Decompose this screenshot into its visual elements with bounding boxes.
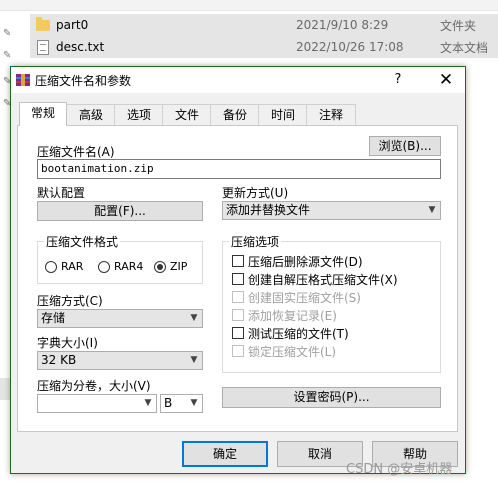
set-password-button[interactable]: 设置密码(P)...: [222, 387, 441, 408]
format-zip-label: ZIP: [170, 260, 188, 273]
ok-button[interactable]: 确定: [182, 441, 268, 467]
folder-icon: [36, 17, 50, 31]
option-label: 锁定压缩文件(L): [248, 345, 337, 359]
tab-comment[interactable]: 注释: [306, 104, 356, 125]
update-mode-select[interactable]: 添加并替换文件 ▼: [222, 201, 441, 220]
default-profile-label: 默认配置: [37, 186, 86, 200]
compress-dialog: 压缩文件名和参数 ? ✕ 常规 高级 选项 文件 备份 时间 注释 压缩文件名(…: [10, 66, 466, 474]
archive-name-label: 压缩文件名(A): [37, 145, 115, 159]
tab-time[interactable]: 时间: [258, 104, 308, 125]
format-rar4-radio[interactable]: [98, 261, 110, 273]
tab-advanced[interactable]: 高级: [66, 104, 116, 125]
method-select[interactable]: 存储 ▼: [37, 309, 203, 328]
file-name: desc.txt: [56, 40, 105, 54]
update-mode-label: 更新方式(U): [222, 186, 289, 200]
explorer-header: [0, 0, 498, 11]
chevron-down-icon: ▼: [190, 313, 198, 323]
test-files-checkbox[interactable]: [232, 327, 244, 339]
tab-files[interactable]: 文件: [162, 104, 212, 125]
text-file-icon: [37, 40, 49, 55]
title-bar: 压缩文件名和参数 ? ✕: [11, 67, 465, 93]
profile-button[interactable]: 配置(F)...: [37, 201, 203, 221]
chevron-down-icon: ▼: [190, 355, 198, 365]
format-rar-label: RAR: [61, 260, 84, 273]
options-group-title: 压缩选项: [229, 233, 282, 250]
file-row-desc[interactable]: desc.txt 2022/10/26 17:08 文本文档: [30, 36, 498, 58]
delete-after-checkbox[interactable]: [232, 255, 244, 267]
split-unit-select[interactable]: B ▼: [160, 394, 203, 413]
tab-backup[interactable]: 备份: [210, 104, 260, 125]
archive-name-input[interactable]: bootanimation.zip: [37, 159, 441, 179]
file-date: 2022/10/26 17:08: [296, 40, 404, 54]
file-type: 文本文档: [440, 40, 489, 55]
format-zip-radio[interactable]: [154, 261, 166, 273]
chevron-down-icon: ▼: [190, 398, 198, 408]
method-value: 存储: [41, 311, 66, 325]
file-name: part0: [56, 18, 89, 32]
update-mode-value: 添加并替换文件: [226, 203, 311, 217]
dict-size-select[interactable]: 32 KB ▼: [37, 351, 203, 370]
option-label: 压缩后删除源文件(D): [248, 255, 363, 269]
format-rar-radio[interactable]: [45, 261, 57, 273]
option-label: 创建自解压格式压缩文件(X): [248, 273, 398, 287]
file-type: 文件夹: [440, 18, 477, 33]
option-label: 创建固实压缩文件(S): [248, 291, 361, 305]
browse-button[interactable]: 浏览(B)...: [369, 136, 441, 156]
chevron-down-icon: ▼: [428, 205, 436, 215]
tab-options[interactable]: 选项: [114, 104, 164, 125]
pin-icon: ✎: [3, 28, 12, 39]
option-label: 测试压缩的文件(T): [248, 327, 349, 341]
tab-general[interactable]: 常规: [19, 102, 67, 126]
chevron-down-icon: ▼: [144, 398, 152, 408]
format-group-title: 压缩文件格式: [44, 233, 121, 250]
dict-size-value: 32 KB: [41, 353, 77, 367]
dialog-title: 压缩文件名和参数: [35, 74, 132, 88]
general-panel: 压缩文件名(A) 浏览(B)... bootanimation.zip 默认配置…: [17, 125, 458, 432]
method-label: 压缩方式(C): [37, 294, 103, 308]
sfx-checkbox[interactable]: [232, 273, 244, 285]
lock-archive-checkbox[interactable]: [232, 345, 244, 357]
split-unit-value: B: [164, 396, 173, 410]
watermark: CSDN @安卓机器: [346, 462, 453, 477]
side-selection: [0, 378, 10, 400]
file-explorer-list: part0 2021/9/10 8:29 文件夹 desc.txt 2022/1…: [0, 0, 498, 61]
option-label: 添加恢复记录(E): [248, 309, 337, 323]
dict-size-label: 字典大小(I): [37, 336, 98, 350]
solid-checkbox[interactable]: [232, 291, 244, 303]
file-date: 2021/9/10 8:29: [296, 18, 389, 32]
split-size-label: 压缩为分卷，大小(V): [37, 379, 151, 393]
format-rar4-label: RAR4: [114, 260, 144, 273]
recovery-record-checkbox[interactable]: [232, 309, 244, 321]
pin-icon: ✎: [3, 50, 12, 61]
split-size-input[interactable]: ▼: [37, 394, 157, 413]
help-title-button[interactable]: ?: [381, 67, 415, 93]
tab-strip: 常规 高级 选项 文件 备份 时间 注释: [17, 102, 457, 126]
winrar-app-icon: [16, 74, 30, 86]
file-row-part0[interactable]: part0 2021/9/10 8:29 文件夹: [30, 14, 498, 36]
close-button[interactable]: ✕: [429, 67, 463, 93]
